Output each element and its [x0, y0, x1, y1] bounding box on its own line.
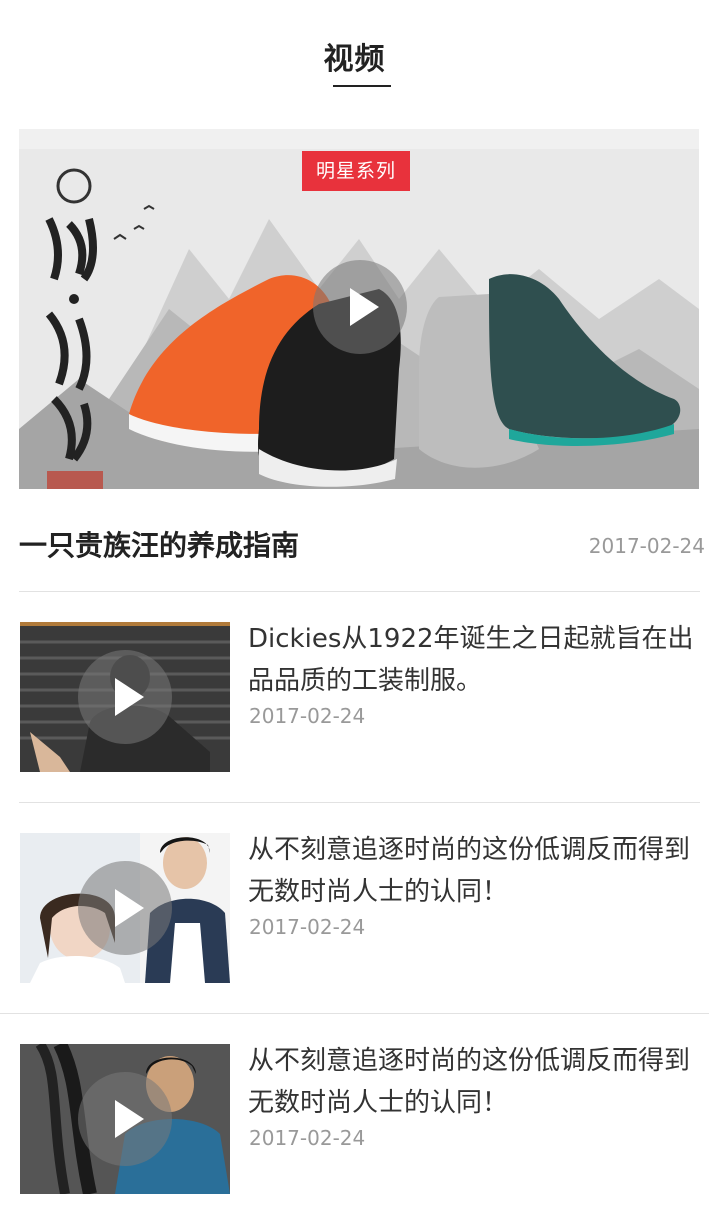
featured-date: 2017-02-24 — [588, 534, 705, 558]
play-button[interactable] — [78, 1072, 172, 1166]
title-underline — [333, 85, 391, 87]
play-icon — [115, 889, 144, 927]
featured-video-thumbnail[interactable]: 明星系列 — [19, 129, 699, 489]
series-badge: 明星系列 — [302, 151, 410, 191]
page-header: 视频 — [0, 0, 709, 110]
video-title[interactable]: Dickies从1922年诞生之日起就旨在出品品质的工装制服。 — [248, 618, 708, 702]
video-thumbnail[interactable] — [20, 1044, 230, 1194]
video-thumbnail[interactable] — [20, 622, 230, 772]
page-title: 视频 — [323, 42, 386, 77]
video-date: 2017-02-24 — [249, 1126, 366, 1150]
play-button[interactable] — [78, 861, 172, 955]
video-date: 2017-02-24 — [249, 915, 366, 939]
featured-play-button[interactable] — [313, 260, 407, 354]
featured-title[interactable]: 一只贵族汪的养成指南 — [19, 526, 299, 566]
play-icon — [115, 1100, 144, 1138]
play-icon — [115, 678, 144, 716]
video-title[interactable]: 从不刻意追逐时尚的这份低调反而得到无数时尚人士的认同！ — [248, 829, 708, 913]
video-list-item[interactable]: Dickies从1922年诞生之日起就旨在出品品质的工装制服。 2017-02-… — [0, 592, 709, 802]
video-list-item[interactable]: 从不刻意追逐时尚的这份低调反而得到无数时尚人士的认同！ 2017-02-24 — [0, 803, 709, 1013]
video-title[interactable]: 从不刻意追逐时尚的这份低调反而得到无数时尚人士的认同！ — [248, 1040, 708, 1124]
video-date: 2017-02-24 — [249, 704, 366, 728]
featured-caption[interactable]: 一只贵族汪的养成指南 2017-02-24 — [19, 520, 705, 572]
play-button[interactable] — [78, 650, 172, 744]
play-icon — [350, 288, 379, 326]
video-list-item[interactable]: 从不刻意追逐时尚的这份低调反而得到无数时尚人士的认同！ 2017-02-24 — [0, 1014, 709, 1224]
video-thumbnail[interactable] — [20, 833, 230, 983]
